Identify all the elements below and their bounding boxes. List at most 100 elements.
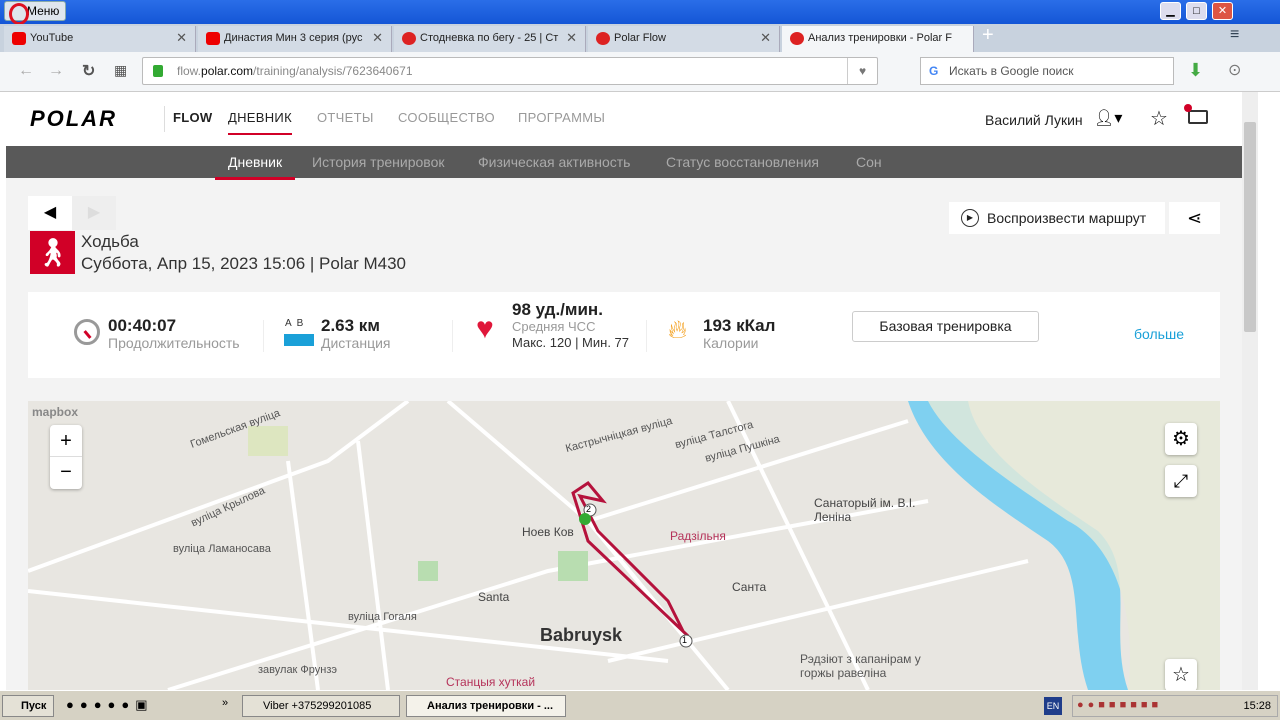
tab-label: Династия Мин 3 серия (рус [224,32,363,44]
quick-launch-icons[interactable]: ●●●●●▣ [66,697,154,713]
zoom-controls: + − [50,425,82,489]
tab-dynasty[interactable]: Династия Мин 3 серия (рус ✕ [198,26,392,52]
subnav-history[interactable]: История тренировок [312,154,444,170]
tab-label: Анализ тренировки - Polar F [808,32,952,44]
address-bar[interactable]: flow.polar.com/training/analysis/7623640… [142,57,878,85]
share-button[interactable]: ⋖ [1169,202,1220,234]
system-tray: ●●■■■■■■ 15:28 [1072,695,1278,717]
youtube-icon [206,32,220,45]
opera-menu-button[interactable]: Меню [4,1,66,25]
map-settings-icon[interactable]: ⚙ [1165,423,1197,455]
speed-dial-icon[interactable]: ▦ [114,62,127,79]
nav-programs[interactable]: ПРОГРАММЫ [518,110,605,125]
user-name[interactable]: Василий Лукин [985,112,1083,128]
map-label: Santa [478,590,510,604]
route-map[interactable]: 1 2 mapbox + − ⚙ ⤢ ☆ Гомельская вуліца в… [28,401,1220,690]
sport-name: Ходьба [81,232,139,251]
flow-label[interactable]: FLOW [173,110,212,125]
more-link[interactable]: больше [1134,326,1184,342]
close-tab-icon[interactable]: ✕ [566,26,577,50]
map-label: Санаторый ім. В.І. Леніна [814,496,916,524]
forward-icon[interactable]: → [48,62,64,80]
tab-menu-icon[interactable]: ≡ [1230,26,1239,44]
download-icon[interactable]: ⬇ [1188,60,1203,81]
zoom-in-button[interactable]: + [50,425,82,457]
more-quick-launch[interactable]: » [222,697,228,709]
marker-2-label: 2 [586,504,592,514]
mapbox-logo[interactable]: mapbox [32,405,78,419]
search-placeholder: Искать в Google поиск [949,64,1074,78]
subnav-sleep[interactable]: Сон [856,154,882,170]
notifications-icon[interactable] [1184,104,1208,124]
subnav-activity[interactable]: Физическая активность [478,154,630,170]
taskbar-viber[interactable]: Viber +375299201085 [242,695,400,717]
page: POLAR FLOW ДНЕВНИК ОТЧЕТЫ СООБЩЕСТВО ПРО… [6,92,1242,690]
polar-icon [790,32,804,45]
ruler-icon [284,334,314,346]
taskbar-opera[interactable]: Анализ тренировки - ... [406,695,566,717]
tab-label: Стодневка по бегу - 25 | Ст [420,32,559,44]
stats-card: 00:40:07 Продолжительность A B 2.63 км Д… [28,292,1220,378]
play-route-label: Воспроизвести маршрут [987,210,1147,226]
close-tab-icon[interactable]: ✕ [372,26,383,50]
nav-community[interactable]: СООБЩЕСТВО [398,110,495,125]
map-label: Рэдзіют з капанірам у горжы равеліна [800,652,921,680]
star-icon[interactable]: ☆ [1150,106,1168,131]
title-bar: Меню ▁ □ ✕ [0,0,1280,25]
tab-label: YouTube [30,32,74,44]
prev-training-button[interactable]: ◀ [28,196,72,230]
start-button[interactable]: Пуск [2,695,54,717]
training-datetime: Суббота, Апр 15, 2023 15:06 | Polar M430 [81,254,406,273]
url-subdomain: flow. [177,64,202,78]
hr-minmax: Макс. 120 | Мин. 77 [512,335,630,350]
close-button[interactable]: ✕ [1212,2,1233,20]
tab-polar-flow[interactable]: Polar Flow ✕ [588,26,780,52]
tab-bar: YouTube ✕ Династия Мин 3 серия (рус ✕ Стод… [0,24,1280,52]
close-tab-icon[interactable]: ✕ [176,26,187,50]
fullscreen-icon[interactable]: ⤢ [1165,465,1197,497]
play-route-button[interactable]: ▶ Воспроизвести маршрут [949,202,1165,234]
zoom-out-button[interactable]: − [50,457,82,489]
tab-youtube[interactable]: YouTube ✕ [4,26,196,52]
maximize-button[interactable]: □ [1186,2,1207,20]
flame-icon: 🔥︎ [668,314,688,344]
search-input[interactable]: G Искать в Google поиск [920,57,1174,85]
back-icon[interactable]: ← [18,62,34,80]
user-icon[interactable]: 👤︎▾ [1094,108,1122,128]
stopwatch-icon [74,319,100,345]
hr-value: 98 уд./мин. [512,300,603,319]
browser-toolbar: ← → ↻ ▦ flow.polar.com/training/analysis… [0,52,1280,92]
tray-icons[interactable]: ●●■■■■■■ [1077,699,1162,711]
nav-reports[interactable]: ОТЧЕТЫ [317,110,374,125]
clock: 15:28 [1243,700,1271,712]
reload-icon[interactable]: ↻ [82,61,95,81]
next-training-button[interactable]: ▶ [72,196,116,230]
base-training-button[interactable]: Базовая тренировка [852,311,1039,342]
polar-icon [596,32,610,45]
url-host: polar.com [201,64,254,78]
google-icon: G [929,64,939,78]
tab-analysis[interactable]: Анализ тренировки - Polar F [782,26,974,52]
walking-icon: 🚶︎ [30,231,75,274]
close-tab-icon[interactable]: ✕ [760,26,771,50]
polar-logo[interactable]: POLAR [30,106,117,132]
distance-label: Дистанция [321,335,391,351]
language-indicator[interactable]: EN [1044,697,1062,715]
tab-stodnevka[interactable]: Стодневка по бегу - 25 | Ст ✕ [394,26,586,52]
subnav-recovery[interactable]: Статус восстановления [666,154,819,170]
nav-diary[interactable]: ДНЕВНИК [228,110,292,135]
update-icon[interactable]: ⊙ [1228,60,1241,80]
map-label: завулак Фрунзэ [258,664,338,676]
page-scrollbar[interactable] [1242,92,1258,690]
scrollbar-thumb[interactable] [1244,122,1256,332]
new-tab-button[interactable]: + [982,24,994,47]
minimize-button[interactable]: ▁ [1160,2,1181,20]
favorite-star-icon[interactable]: ☆ [1165,659,1197,690]
map-label: Станцыя хуткай [446,675,536,689]
tab-label: Polar Flow [614,32,666,44]
map-label: Ноев Ков [522,525,574,539]
hr-label: Средняя ЧСС [512,319,596,334]
polar-icon [402,32,416,45]
heart-bookmark-icon[interactable]: ♥ [847,58,877,84]
subnav-diary[interactable]: Дневник [215,154,296,180]
